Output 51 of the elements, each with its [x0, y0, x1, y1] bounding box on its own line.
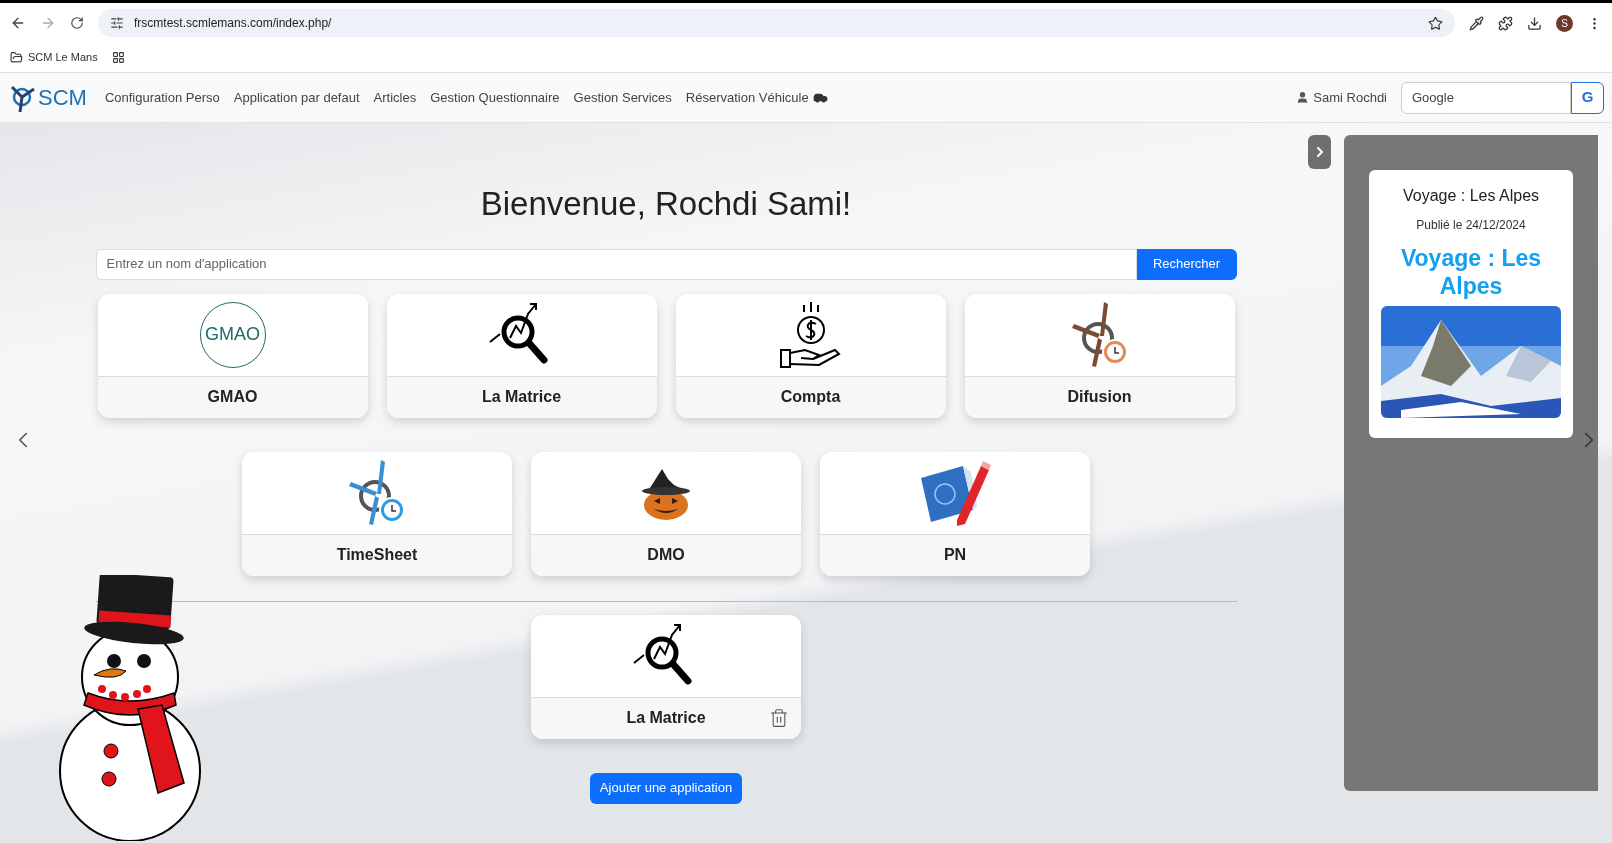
google-search-field[interactable]: Google: [1401, 81, 1571, 114]
bookmark-star-icon[interactable]: [1428, 15, 1443, 31]
url-text: frscmtest.scmlemans.com/index.php/: [134, 15, 333, 32]
app-name: GMAO: [207, 387, 258, 407]
delete-icon[interactable]: [769, 707, 789, 729]
news-card[interactable]: Voyage : Les Alpes Publié le 24/12/2024 Voyage : Les Alpes: [1369, 170, 1573, 438]
app-name: Difusion: [1067, 387, 1132, 407]
app-card[interactable]: GMAO GMAO: [97, 293, 368, 418]
app-name: PN: [943, 545, 967, 565]
nav-link[interactable]: Application par defaut: [233, 87, 360, 108]
app-name: Compta: [780, 387, 841, 407]
nav-link[interactable]: Gestion Questionnaire: [430, 87, 560, 108]
download-icon[interactable]: [1527, 15, 1542, 31]
app-name: La Matrice: [626, 708, 706, 728]
app-card[interactable]: DMO: [531, 451, 801, 576]
user-name[interactable]: Sami Rochdi: [1313, 87, 1387, 108]
welcome-heading: Bienvenue, Rochdi Sami!: [480, 184, 852, 224]
site-info-icon[interactable]: [110, 16, 124, 30]
app-card[interactable]: La Matrice: [386, 293, 657, 418]
app-card[interactable]: Difusion: [964, 293, 1235, 418]
bookmark-folder[interactable]: SCM Le Mans: [28, 49, 98, 66]
back-icon[interactable]: [10, 15, 26, 31]
eyedropper-icon[interactable]: [1469, 15, 1484, 31]
app-card[interactable]: TimeSheet: [242, 451, 512, 576]
app-search-field[interactable]: Entrez un nom d'application: [95, 248, 1137, 280]
nav-link[interactable]: Configuration Perso: [104, 87, 220, 108]
nav-link[interactable]: Gestion Services: [573, 87, 672, 108]
google-search-button[interactable]: G: [1571, 81, 1604, 114]
app-card[interactable]: Compta: [675, 293, 946, 418]
news-title: Voyage : Les Alpes: [1402, 186, 1540, 206]
collapse-panel-button[interactable]: [1308, 135, 1331, 169]
add-application-button[interactable]: Ajouter une application: [589, 772, 743, 804]
nav-link[interactable]: Réservation Véhicule: [685, 87, 809, 108]
app-card[interactable]: PN: [820, 451, 1090, 576]
app-card[interactable]: La Matrice: [531, 614, 801, 739]
profile-avatar[interactable]: S: [1556, 14, 1573, 32]
apps-grid-icon[interactable]: [111, 51, 125, 64]
search-button[interactable]: Rechercher: [1136, 248, 1237, 280]
user-icon: [1296, 91, 1310, 104]
app-name: La Matrice: [481, 387, 562, 407]
brand-name[interactable]: SCM: [38, 81, 87, 114]
news-date: Publié le 24/12/2024: [1416, 217, 1526, 234]
app-name: TimeSheet: [336, 545, 418, 565]
app-name: DMO: [647, 545, 685, 565]
reload-icon[interactable]: [70, 16, 84, 30]
folder-icon[interactable]: [10, 51, 23, 64]
news-heading: Voyage : Les Alpes: [1399, 244, 1543, 300]
address-bar[interactable]: frscmtest.scmlemans.com/index.php/: [98, 9, 1455, 37]
hand-coin-icon: [778, 299, 843, 370]
extensions-icon[interactable]: [1498, 15, 1513, 31]
nav-link[interactable]: Articles: [373, 87, 417, 108]
